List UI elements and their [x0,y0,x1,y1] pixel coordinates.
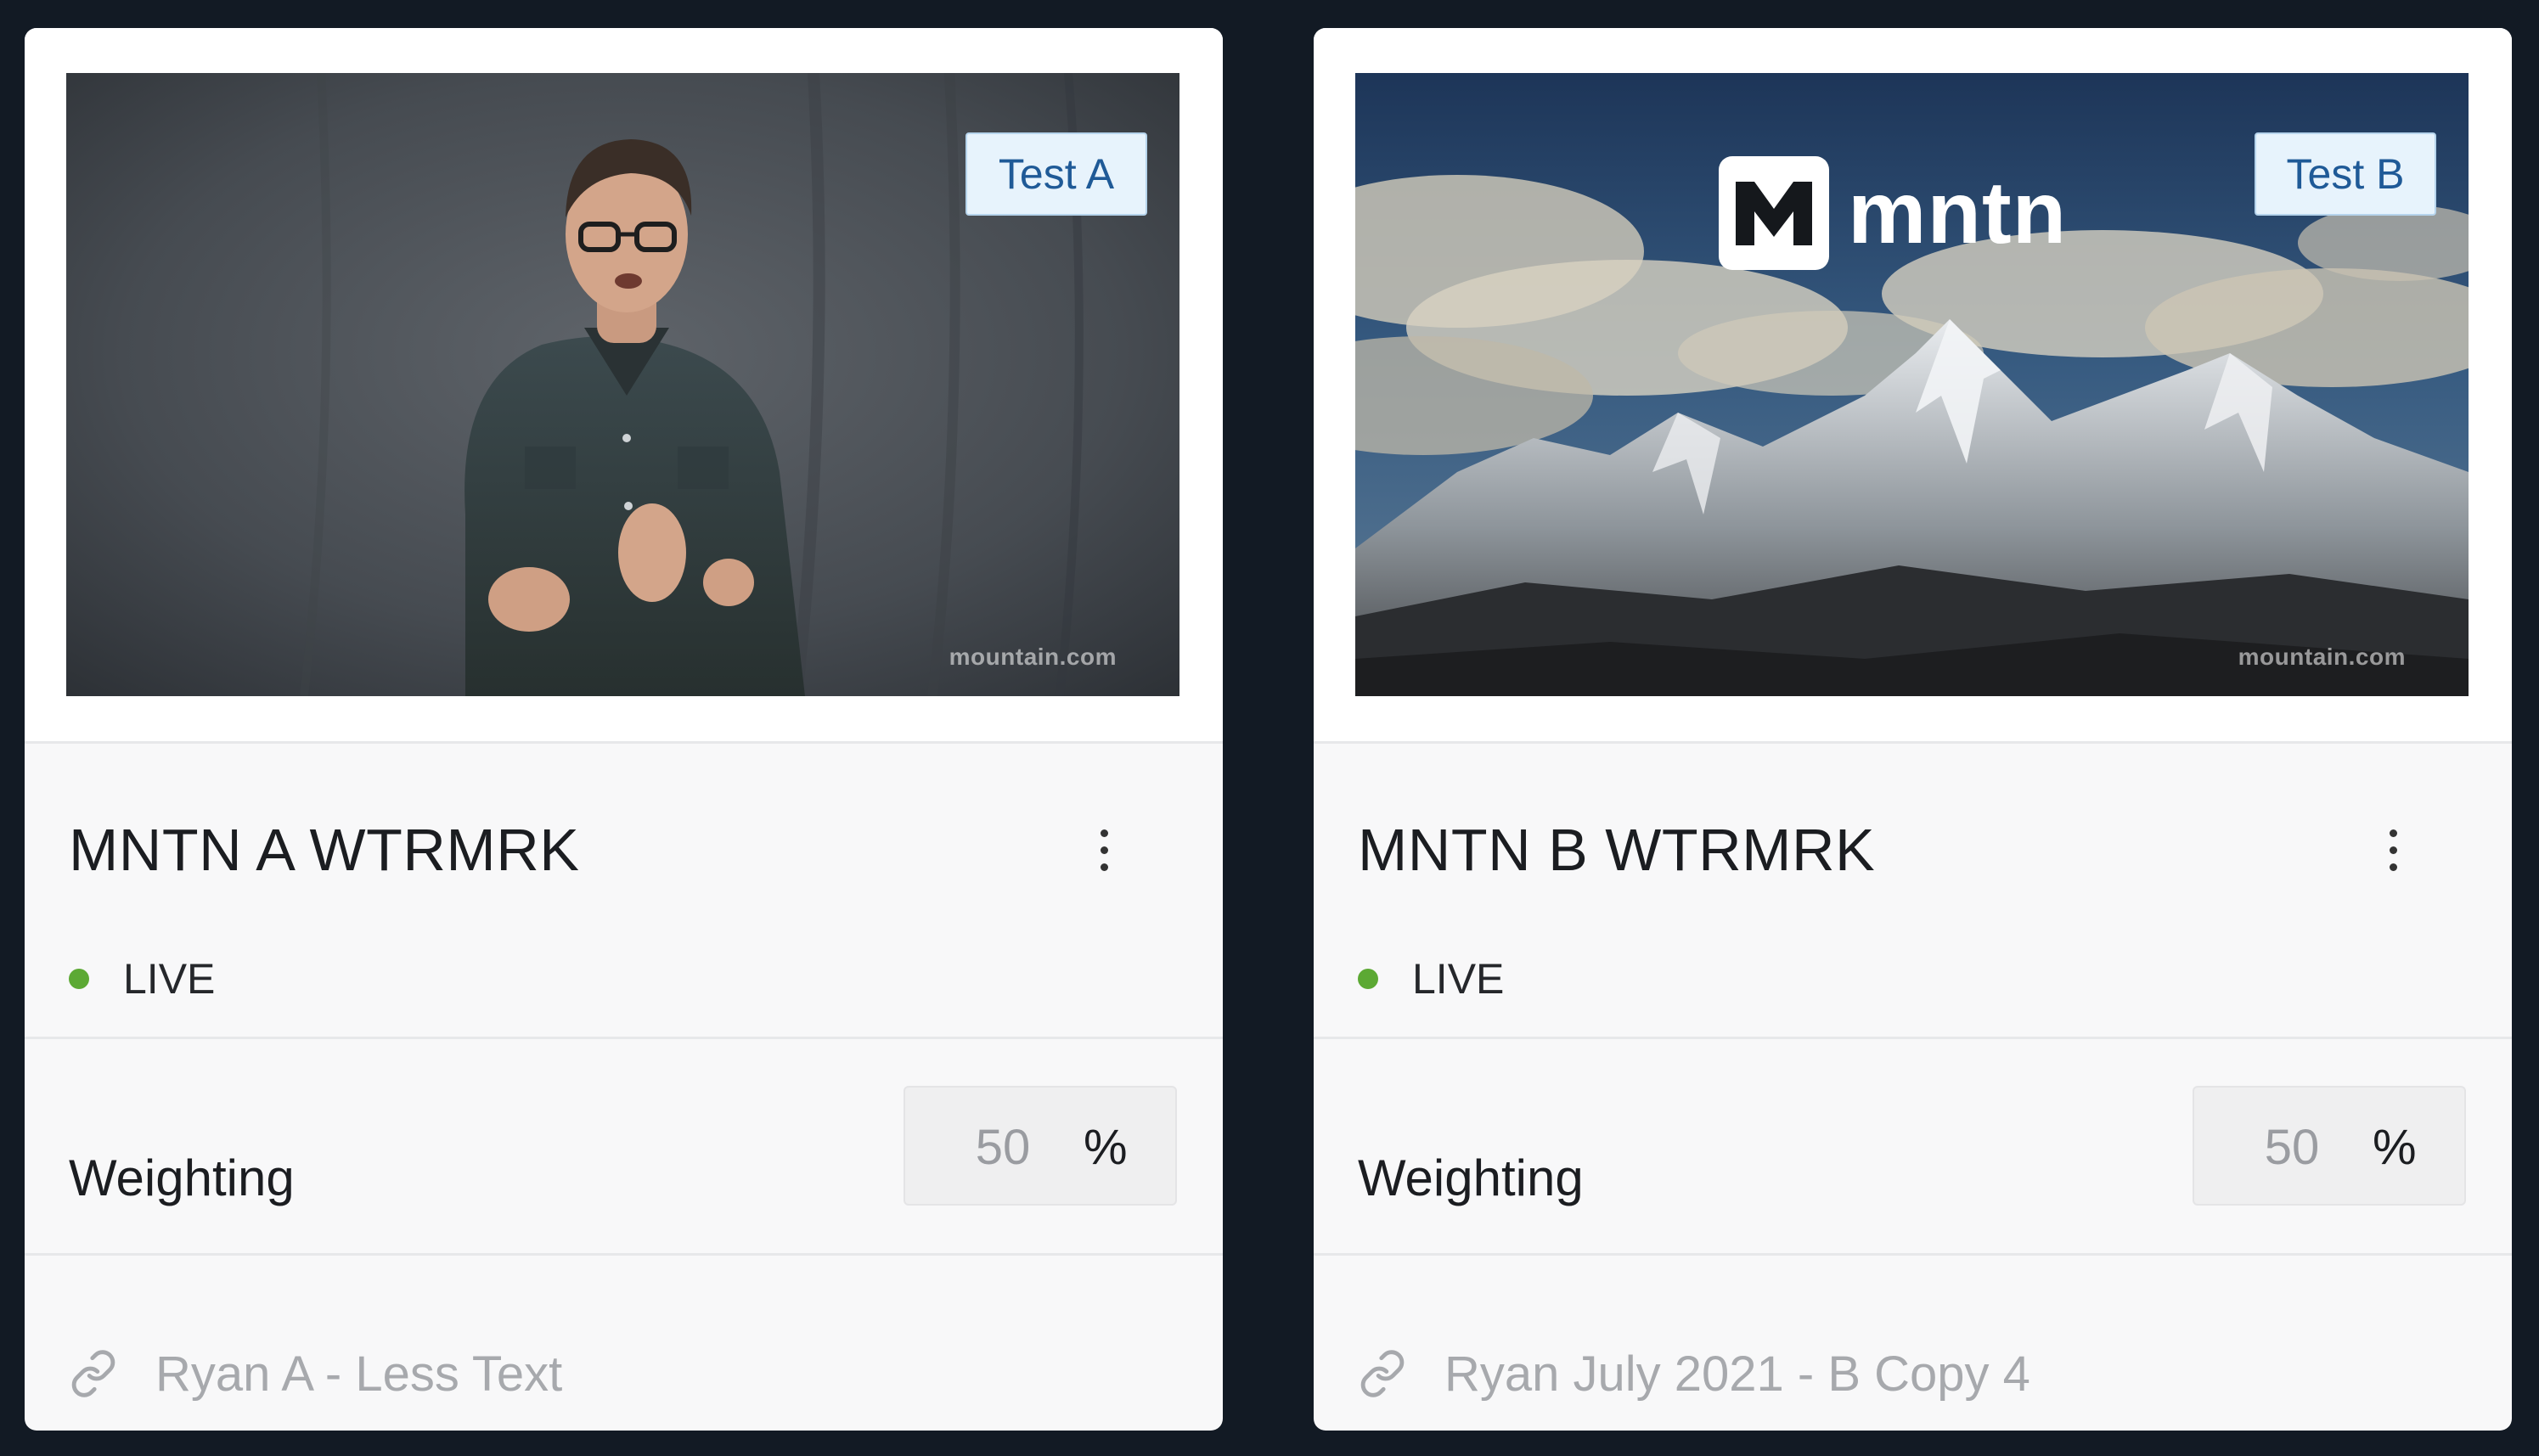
brand-logo: mntn [1719,154,2067,273]
divider [1314,741,2512,744]
link-icon [1358,1349,1407,1398]
test-badge: Test B [2255,132,2436,216]
divider [25,1253,1223,1256]
weighting-label: Weighting [69,1150,295,1206]
creative-title: MNTN B WTRMRK [1358,817,1876,883]
logo-text: mntn [1848,163,2068,262]
status-indicator: LIVE [1358,953,1504,1004]
divider [25,1037,1223,1039]
weighting-value: 50 [2264,1120,2320,1175]
creative-card-b: mntn Test B mountain.com MNTN B WTRMRK L… [1314,28,2512,1431]
linked-creative-label: Ryan A - Less Text [155,1346,563,1402]
thumbnail-area: Test A mountain.com [25,28,1223,741]
creative-card-a: Test A mountain.com MNTN A WTRMRK LIVE W… [25,28,1223,1431]
linked-creative[interactable]: Ryan A - Less Text [69,1342,562,1405]
watermark-text: mountain.com [949,644,1117,670]
weighting-input[interactable]: 50 % [904,1086,1177,1206]
weighting-unit: % [2373,1120,2417,1175]
video-thumbnail-b[interactable]: mntn Test B mountain.com [1355,73,2469,696]
weighting-unit: % [1084,1120,1128,1175]
status-dot-icon [69,969,89,989]
status-label: LIVE [1412,955,1505,1003]
divider [1314,1253,2512,1256]
linked-creative[interactable]: Ryan July 2021 - B Copy 4 [1358,1342,2030,1405]
thumbnail-area: mntn Test B mountain.com [1314,28,2512,741]
status-indicator: LIVE [69,953,215,1004]
linked-creative-label: Ryan July 2021 - B Copy 4 [1444,1346,2030,1402]
link-icon [69,1349,118,1398]
divider [25,741,1223,744]
test-badge: Test A [965,132,1147,216]
watermark-text: mountain.com [2238,644,2406,670]
kebab-menu-icon[interactable] [1091,821,1117,880]
video-thumbnail-a[interactable]: Test A mountain.com [66,73,1179,696]
weighting-value: 50 [975,1120,1031,1175]
mntn-logo-icon [1719,156,1829,270]
status-label: LIVE [123,955,216,1003]
status-dot-icon [1358,969,1378,989]
weighting-input[interactable]: 50 % [2193,1086,2466,1206]
divider [1314,1037,2512,1039]
weighting-label: Weighting [1358,1150,1584,1206]
creative-title: MNTN A WTRMRK [69,817,580,883]
kebab-menu-icon[interactable] [2380,821,2406,880]
